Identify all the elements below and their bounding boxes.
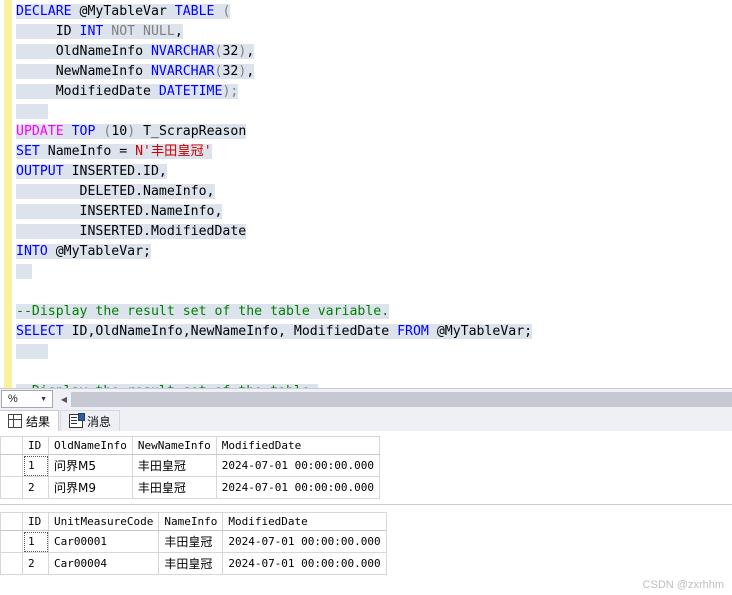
table-cell[interactable]: 丰田皇冠 bbox=[131, 454, 217, 477]
results-pane[interactable]: ID OldNameInfo NewNameInfo ModifiedDate 1 问界M… bbox=[0, 431, 732, 595]
table-header-row: ID OldNameInfo NewNameInfo ModifiedDate bbox=[0, 436, 381, 455]
table-cell[interactable]: 问界M5 bbox=[48, 454, 133, 477]
table-cell[interactable]: 1 bbox=[22, 530, 49, 553]
code-line: INSERTED.NameInfo, bbox=[16, 204, 223, 219]
table-header-row: ID UnitMeasureCode NameInfo ModifiedDate bbox=[0, 512, 387, 531]
table-row[interactable]: 2 Car00004 丰田皇冠 2024-07-01 00:00:00.000 bbox=[0, 552, 387, 575]
editor-statusbar: % ▼ ◀ bbox=[0, 388, 732, 409]
code-line: SET NameInfo = N'丰田皇冠' bbox=[16, 144, 212, 159]
row-selector-cell[interactable] bbox=[0, 530, 23, 553]
table-cell[interactable]: 2 bbox=[22, 476, 49, 499]
grid-corner-cell[interactable] bbox=[0, 436, 23, 455]
code-line: OldNameInfo NVARCHAR(32), bbox=[16, 44, 255, 59]
table-cell[interactable]: 丰田皇冠 bbox=[158, 530, 224, 553]
row-selector-cell[interactable] bbox=[0, 476, 23, 499]
zoom-level-dropdown[interactable]: % ▼ bbox=[1, 390, 53, 408]
code-line: --Display the result set of the table va… bbox=[16, 304, 390, 319]
scrollbar-thumb[interactable] bbox=[71, 391, 732, 407]
code-line bbox=[16, 342, 732, 362]
column-header[interactable]: ID bbox=[22, 436, 49, 455]
table-cell[interactable]: Car00001 bbox=[47, 530, 160, 553]
code-line bbox=[16, 102, 732, 122]
tab-messages[interactable]: 消息 bbox=[60, 410, 121, 431]
tab-messages-label: 消息 bbox=[87, 414, 112, 429]
result-grid-1[interactable]: ID OldNameInfo NewNameInfo ModifiedDate 1 问界M… bbox=[0, 436, 381, 499]
grid-icon bbox=[8, 414, 22, 428]
scrollbar-track[interactable] bbox=[71, 391, 732, 407]
code-line: INTO @MyTableVar; bbox=[16, 244, 151, 259]
column-header[interactable]: NameInfo bbox=[158, 512, 224, 531]
code-line: OUTPUT INSERTED.ID, bbox=[16, 164, 167, 179]
table-row[interactable]: 1 问界M5 丰田皇冠 2024-07-01 00:00:00.000 bbox=[0, 454, 381, 477]
result-grid-2[interactable]: ID UnitMeasureCode NameInfo ModifiedDate 1 Ca… bbox=[0, 512, 387, 575]
table-cell[interactable]: 2024-07-01 00:00:00.000 bbox=[222, 552, 387, 575]
table-cell[interactable]: 2024-07-01 00:00:00.000 bbox=[222, 530, 387, 553]
table-cell[interactable]: 2024-07-01 00:00:00.000 bbox=[215, 476, 381, 499]
code-line: INSERTED.ModifiedDate bbox=[16, 224, 247, 239]
code-line: SELECT ID,OldNameInfo,NewNameInfo, Modif… bbox=[16, 324, 533, 339]
table-cell[interactable]: 1 bbox=[22, 454, 49, 477]
table-row[interactable]: 1 Car00001 丰田皇冠 2024-07-01 00:00:00.000 bbox=[0, 530, 387, 553]
code-line: DECLARE @MyTableVar TABLE ( bbox=[16, 4, 231, 19]
table-cell[interactable]: 丰田皇冠 bbox=[131, 476, 217, 499]
row-selector-cell[interactable] bbox=[0, 454, 23, 477]
code-line bbox=[16, 262, 732, 282]
column-header[interactable]: ID bbox=[22, 512, 49, 531]
column-header[interactable]: OldNameInfo bbox=[48, 436, 133, 455]
table-cell[interactable]: 问界M9 bbox=[48, 476, 133, 499]
sql-editor-pane[interactable]: DECLARE @MyTableVar TABLE ( ID INT NOT N… bbox=[0, 0, 732, 388]
table-row[interactable]: 2 问界M9 丰田皇冠 2024-07-01 00:00:00.000 bbox=[0, 476, 381, 499]
tab-results-label: 结果 bbox=[26, 414, 51, 429]
grid-corner-cell[interactable] bbox=[0, 512, 23, 531]
column-header[interactable]: UnitMeasureCode bbox=[47, 512, 160, 531]
grid-separator bbox=[0, 504, 732, 505]
table-cell[interactable]: Car00004 bbox=[47, 552, 160, 575]
code-line: ID INT NOT NULL, bbox=[16, 24, 183, 39]
chevron-down-icon: ▼ bbox=[40, 395, 47, 403]
message-icon bbox=[69, 413, 85, 428]
results-table[interactable]: ID OldNameInfo NewNameInfo ModifiedDate 1 问界M… bbox=[0, 436, 381, 499]
changed-lines-gutter bbox=[4, 0, 12, 388]
watermark-text: CSDN @zxrhhm bbox=[642, 579, 724, 591]
horizontal-scrollbar[interactable]: ◀ bbox=[57, 391, 732, 407]
table-cell[interactable]: 2 bbox=[22, 552, 49, 575]
zoom-level-value: % bbox=[8, 393, 18, 405]
tab-results[interactable]: 结果 bbox=[0, 410, 60, 431]
code-line: ModifiedDate DATETIME); bbox=[16, 84, 239, 99]
table-cell[interactable]: 丰田皇冠 bbox=[158, 552, 224, 575]
sql-code-text[interactable]: DECLARE @MyTableVar TABLE ( ID INT NOT N… bbox=[16, 2, 732, 388]
scroll-left-arrow-icon[interactable]: ◀ bbox=[57, 391, 71, 407]
column-header[interactable]: ModifiedDate bbox=[215, 436, 381, 455]
code-line: DELETED.NameInfo, bbox=[16, 184, 215, 199]
column-header[interactable]: ModifiedDate bbox=[222, 512, 387, 531]
results-tabstrip[interactable]: 结果 消息 bbox=[0, 409, 732, 432]
table-cell[interactable]: 2024-07-01 00:00:00.000 bbox=[215, 454, 381, 477]
code-line: UPDATE TOP (10) T_ScrapReason bbox=[16, 124, 247, 139]
results-table[interactable]: ID UnitMeasureCode NameInfo ModifiedDate 1 Ca… bbox=[0, 512, 387, 575]
row-selector-cell[interactable] bbox=[0, 552, 23, 575]
code-line: NewNameInfo NVARCHAR(32), bbox=[16, 64, 255, 79]
column-header[interactable]: NewNameInfo bbox=[131, 436, 217, 455]
